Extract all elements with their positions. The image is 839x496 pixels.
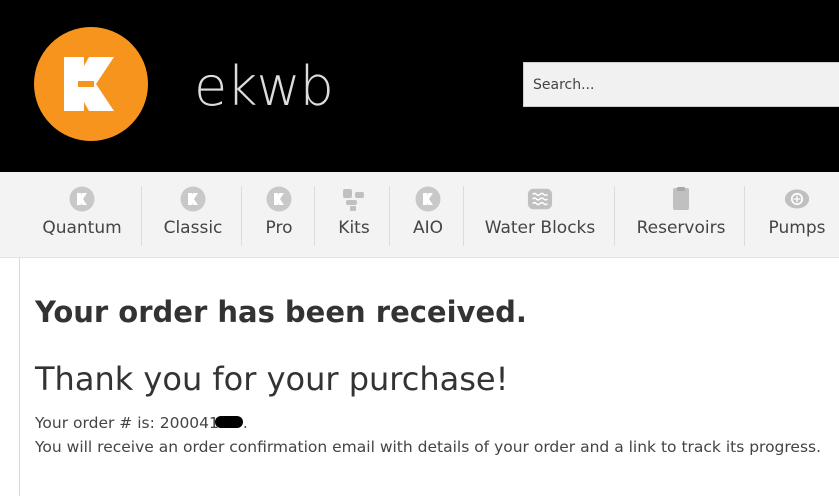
nav-item-label: Quantum [42,218,122,238]
search-input[interactable] [523,62,839,107]
nav-item-label: Classic [163,218,223,238]
nav-item-label: Reservoirs [636,218,726,238]
ek-logo-icon [34,27,148,141]
nav-item-water-blocks[interactable]: Water Blocks [474,172,606,258]
order-number-text: Your order # is: 200041 [35,414,219,432]
nav-item-reservoirs[interactable]: Reservoirs [626,172,736,258]
site-header: ekwb [0,0,839,172]
nav-divider [744,186,745,246]
nav-item-label: Pumps [768,218,826,238]
nav-divider [141,186,142,246]
nav-item-quantum[interactable]: Quantum [34,172,130,258]
nav-divider [314,186,315,246]
order-received-heading: Your order has been received. [35,295,527,329]
redaction-mark [214,416,243,428]
nav-item-pro[interactable]: Pro [252,172,306,258]
nav-item-kits[interactable]: Kits [326,172,382,258]
reservoir-icon [668,186,694,212]
nav-item-pumps[interactable]: Pumps [758,172,836,258]
nav-item-label: Pro [265,218,293,238]
nav-item-label: Water Blocks [484,218,596,238]
nav-divider [614,186,615,246]
order-number-line: Your order # is: 200041. [35,414,248,432]
ek-logo-icon [69,186,95,212]
ek-logo-icon [266,186,292,212]
kits-icon [341,186,367,212]
ekwb-logo[interactable]: ekwb [34,27,334,142]
nav-item-label: Kits [338,218,370,238]
pump-icon [784,186,810,212]
nav-item-label: AIO [412,218,444,238]
category-nav: Quantum Classic Pro Kits AIO Water Block… [0,172,839,258]
nav-divider [463,186,464,246]
thank-you-heading: Thank you for your purchase! [35,360,509,398]
ek-logo-icon [180,186,206,212]
nav-item-aio[interactable]: AIO [400,172,456,258]
water-block-icon [527,186,553,212]
content-border [19,258,20,496]
confirmation-text: You will receive an order confirmation e… [35,438,822,456]
nav-item-classic[interactable]: Classic [152,172,234,258]
nav-divider [389,186,390,246]
order-number-suffix: . [242,414,248,432]
ek-logo-icon [415,186,441,212]
nav-divider [241,186,242,246]
logo-wordmark: ekwb [194,55,334,118]
